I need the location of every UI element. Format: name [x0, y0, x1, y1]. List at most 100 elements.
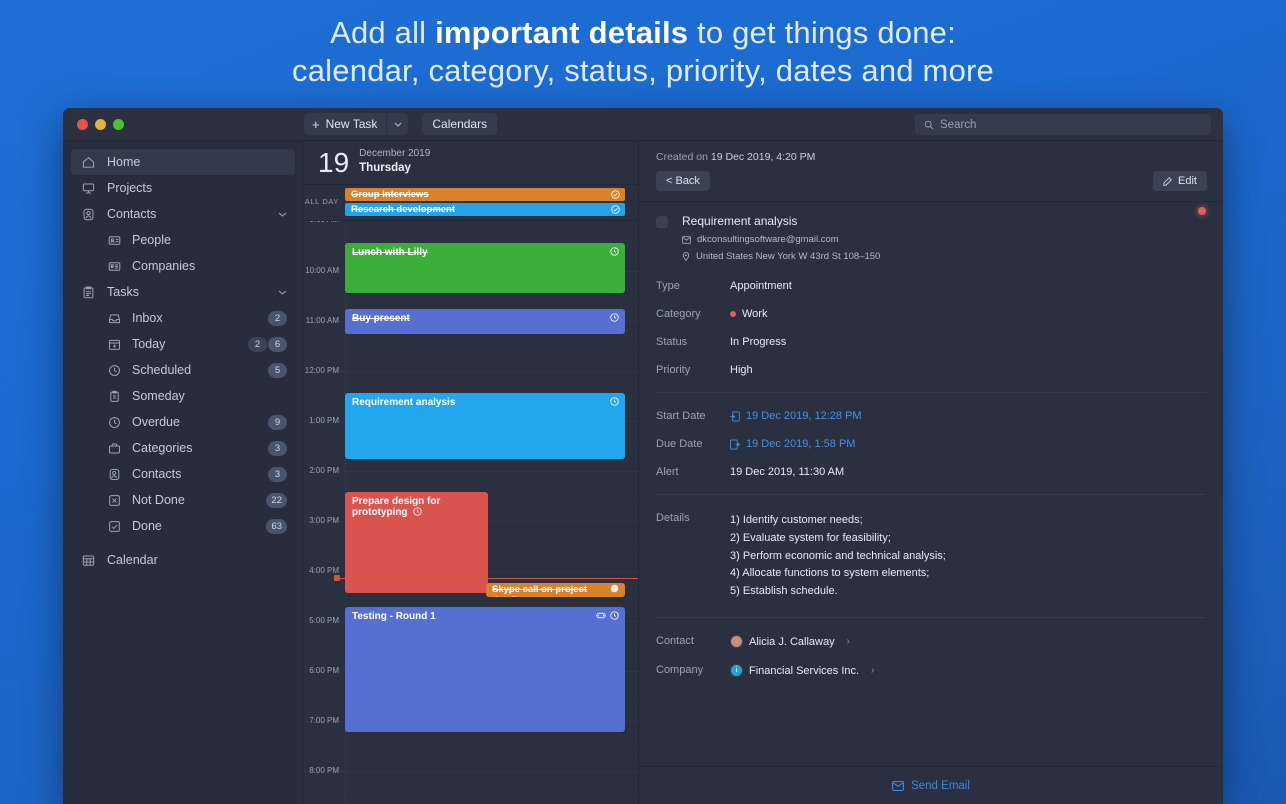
field-category-value-wrap[interactable]: Work — [730, 308, 767, 320]
not-done-icon — [107, 493, 122, 508]
close-button[interactable] — [77, 119, 88, 130]
minimize-button[interactable] — [95, 119, 106, 130]
sidebar-item-label: Done — [132, 519, 256, 533]
hour-label: 3:00 PM — [304, 516, 345, 525]
calendar-event[interactable]: Skype call on project details — [486, 583, 625, 597]
sidebar: HomeProjectsContactsPeopleCompaniesTasks… — [63, 141, 304, 804]
skype-icon — [610, 584, 619, 593]
field-type-value[interactable]: Appointment — [730, 280, 792, 292]
sidebar-item-badges: 2 — [268, 311, 287, 326]
sidebar-item-people[interactable]: People — [71, 227, 295, 253]
field-start-date-value-wrap[interactable]: 19 Dec 2019, 12:28 PM — [730, 410, 862, 422]
sidebar-item-badge: 5 — [268, 363, 287, 378]
half-hour-line — [345, 747, 638, 748]
sidebar-item-home[interactable]: Home — [71, 149, 295, 175]
calendar-event[interactable]: Buy present — [345, 309, 625, 334]
sidebar-item-tasks[interactable]: Tasks — [71, 279, 295, 305]
maximize-button[interactable] — [113, 119, 124, 130]
detail-line: 4) Allocate functions to system elements… — [730, 565, 946, 583]
send-email-button[interactable]: Send Email — [639, 766, 1223, 804]
field-company-label: Company — [656, 664, 730, 676]
chevron-down-icon[interactable] — [278, 212, 287, 217]
sidebar-item-label: Someday — [132, 389, 287, 403]
field-status-value[interactable]: In Progress — [730, 336, 786, 348]
calendar-event-title: Testing - Round 1 — [352, 611, 436, 622]
sidebar-item-overdue[interactable]: Overdue9 — [71, 409, 295, 435]
back-button[interactable]: < Back — [656, 171, 710, 191]
field-due-date: Due Date 19 Dec 2019, 1:58 PM — [656, 438, 1206, 450]
sidebar-item-inbox[interactable]: Inbox 2 — [71, 305, 295, 331]
all-day-event[interactable]: Research development — [345, 203, 625, 216]
new-task-dropdown-button[interactable] — [386, 113, 408, 135]
all-day-event-title: Research development — [351, 204, 455, 215]
clock-icon — [610, 397, 619, 406]
sidebar-item-someday[interactable]: Someday — [71, 383, 295, 409]
app-window: + New Task Calendars Search HomeProjects… — [63, 108, 1223, 804]
chevron-down-icon[interactable] — [278, 290, 287, 295]
field-category-value: Work — [742, 308, 767, 320]
categories-icon — [107, 441, 122, 456]
field-contact-value-wrap[interactable]: Alicia J. Callaway › — [730, 635, 850, 648]
task-email: dkconsultingsoftware@gmail.com — [697, 234, 839, 245]
task-email-line: dkconsultingsoftware@gmail.com — [682, 234, 880, 245]
sidebar-item-today[interactable]: Today26 — [71, 331, 295, 357]
edit-button[interactable]: Edit — [1153, 171, 1207, 191]
sidebar-item-contacts[interactable]: Contacts — [71, 201, 295, 227]
overdue-clock-icon — [107, 415, 122, 430]
search-placeholder: Search — [940, 119, 976, 131]
sidebar-item-contacts-tasks[interactable]: Contacts3 — [71, 461, 295, 487]
calendar-event-title: Skype call on project details — [492, 584, 587, 597]
field-alert: Alert 19 Dec 2019, 11:30 AM — [656, 466, 1206, 478]
field-priority-value[interactable]: High — [730, 364, 753, 376]
sidebar-item-not-done[interactable]: Not Done22 — [71, 487, 295, 513]
field-alert-label: Alert — [656, 466, 730, 478]
field-details: Details 1) Identify customer needs;2) Ev… — [656, 512, 1206, 601]
sidebar-item-scheduled[interactable]: Scheduled5 — [71, 357, 295, 383]
hour-row[interactable]: 8:00 PM — [304, 771, 638, 804]
detail-toolbar: < Back Edit — [639, 171, 1223, 201]
clock-icon — [610, 247, 619, 256]
date-out-icon — [730, 439, 740, 450]
detail-line: 5) Establish schedule. — [730, 583, 946, 601]
edit-pencil-icon — [1163, 176, 1173, 186]
sidebar-item-badge: 2 — [268, 311, 287, 326]
sidebar-item-label: Inbox — [132, 311, 258, 325]
sidebar-item-label: Overdue — [132, 415, 258, 429]
field-alert-value[interactable]: 19 Dec 2019, 11:30 AM — [730, 466, 844, 478]
field-start-date-value: 19 Dec 2019, 12:28 PM — [746, 410, 862, 422]
calendar-event[interactable]: Requirement analysis — [345, 393, 625, 459]
calendar-event-icons — [610, 397, 619, 406]
sidebar-item-label: Contacts — [132, 467, 258, 481]
calendar-event[interactable]: Testing - Round 1 — [345, 607, 625, 732]
hour-label: 6:00 PM — [304, 666, 345, 675]
new-task-button[interactable]: + New Task — [304, 113, 386, 135]
chevron-down-icon — [394, 122, 402, 127]
calendars-button[interactable]: Calendars — [422, 113, 497, 135]
hour-label: 9:00 AM — [304, 221, 345, 224]
people-card-icon — [107, 233, 122, 248]
calendar-event[interactable]: Lunch with Lilly — [345, 243, 625, 293]
field-details-value: 1) Identify customer needs;2) Evaluate s… — [730, 512, 946, 601]
calendar-event-icons — [610, 247, 619, 256]
sidebar-item-categories[interactable]: Categories3 — [71, 435, 295, 461]
sidebar-item-companies[interactable]: Companies — [71, 253, 295, 279]
half-hour-line — [345, 297, 638, 298]
hour-label: 10:00 AM — [304, 266, 345, 275]
field-category-label: Category — [656, 308, 730, 320]
task-complete-checkbox[interactable] — [656, 216, 668, 228]
task-address-line: United States New York W 43rd St 108–150 — [682, 251, 880, 262]
field-company-value-wrap[interactable]: i Financial Services Inc. › — [730, 664, 874, 677]
field-due-date-value-wrap[interactable]: 19 Dec 2019, 1:58 PM — [730, 438, 855, 450]
avatar — [730, 635, 743, 648]
all-day-event[interactable]: Group interviews — [345, 188, 625, 201]
sidebar-item-calendar[interactable]: Calendar — [71, 547, 295, 573]
field-category: Category Work — [656, 308, 1206, 320]
sidebar-item-label: Today — [132, 337, 238, 351]
search-input[interactable]: Search — [915, 114, 1211, 135]
promo-line-1-post: to get things done: — [688, 15, 956, 50]
company-logo-icon: i — [730, 664, 743, 677]
sidebar-item-done[interactable]: Done63 — [71, 513, 295, 539]
priority-status-dot — [1198, 207, 1206, 215]
sidebar-item-badges: 22 — [266, 493, 287, 508]
sidebar-item-projects[interactable]: Projects — [71, 175, 295, 201]
